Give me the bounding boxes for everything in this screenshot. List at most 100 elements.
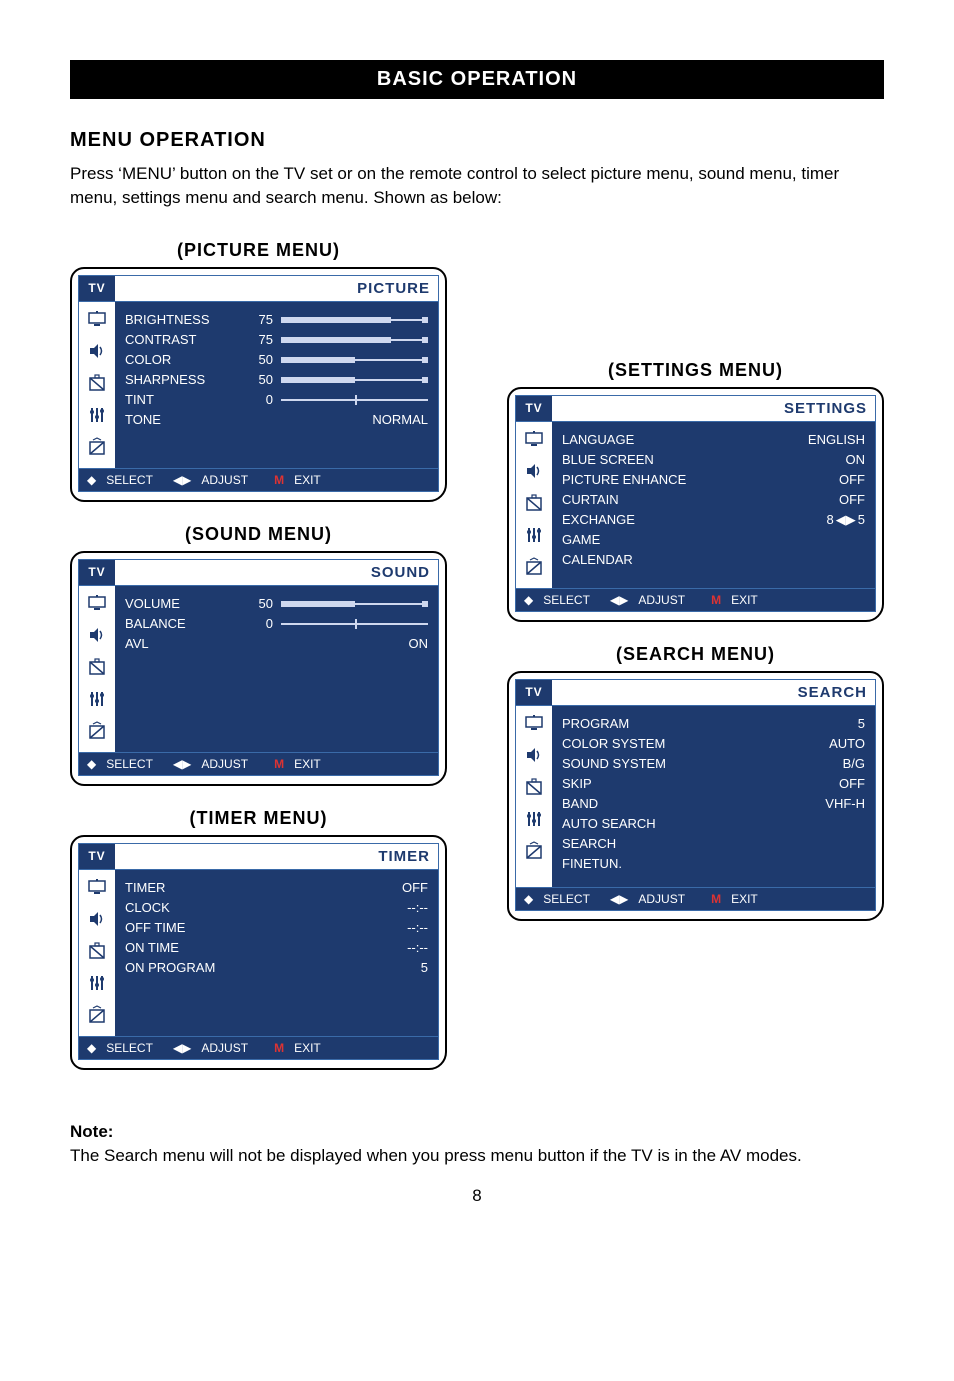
value: 75 bbox=[245, 332, 273, 347]
slider[interactable] bbox=[281, 315, 428, 325]
row-clock[interactable]: CLOCK--:-- bbox=[125, 898, 428, 918]
row-sound-system[interactable]: SOUND SYSTEMB/G bbox=[562, 754, 865, 774]
search-icon[interactable] bbox=[86, 1004, 108, 1026]
timer-icon[interactable] bbox=[86, 656, 108, 678]
search-icon[interactable] bbox=[523, 840, 545, 862]
updown-icon: ◆ bbox=[87, 473, 96, 487]
picture-icon[interactable] bbox=[86, 308, 108, 330]
footer-adjust: ADJUST bbox=[201, 1041, 248, 1055]
row-color-system[interactable]: COLOR SYSTEMAUTO bbox=[562, 734, 865, 754]
label: AUTO SEARCH bbox=[562, 816, 682, 831]
slider[interactable] bbox=[281, 395, 428, 405]
slider[interactable] bbox=[281, 599, 428, 609]
row-calendar[interactable]: CALENDAR bbox=[562, 550, 865, 570]
settings-icon[interactable] bbox=[86, 972, 108, 994]
value: 8 ◀▶ 5 bbox=[682, 512, 865, 528]
slider[interactable] bbox=[281, 335, 428, 345]
row-program[interactable]: PROGRAM5 bbox=[562, 714, 865, 734]
slider[interactable] bbox=[281, 619, 428, 629]
row-finetun[interactable]: FINETUN. bbox=[562, 854, 865, 874]
row-contrast[interactable]: CONTRAST 75 bbox=[125, 330, 428, 350]
timer-icon[interactable] bbox=[86, 372, 108, 394]
settings-icon[interactable] bbox=[523, 524, 545, 546]
search-icon[interactable] bbox=[523, 556, 545, 578]
settings-icon[interactable] bbox=[86, 688, 108, 710]
row-language[interactable]: LANGUAGEENGLISH bbox=[562, 430, 865, 450]
osd-title: SOUND bbox=[115, 560, 438, 585]
row-tint[interactable]: TINT 0 bbox=[125, 390, 428, 410]
label: SOUND SYSTEM bbox=[562, 756, 682, 771]
m-icon: M bbox=[274, 757, 284, 771]
intro-text: Press ‘MENU’ button on the TV set or on … bbox=[70, 162, 884, 210]
row-search[interactable]: SEARCH bbox=[562, 834, 865, 854]
label: VOLUME bbox=[125, 596, 245, 611]
sound-icon[interactable] bbox=[523, 460, 545, 482]
timer-icon[interactable] bbox=[86, 940, 108, 962]
exchange-a: 8 bbox=[827, 512, 834, 527]
caption-timer: (TIMER MENU) bbox=[70, 808, 447, 829]
row-curtain[interactable]: CURTAINOFF bbox=[562, 490, 865, 510]
picture-icon[interactable] bbox=[523, 712, 545, 734]
label: COLOR SYSTEM bbox=[562, 736, 682, 751]
picture-icon[interactable] bbox=[86, 592, 108, 614]
row-blue-screen[interactable]: BLUE SCREENON bbox=[562, 450, 865, 470]
value: OFF bbox=[682, 492, 865, 507]
row-timer[interactable]: TIMEROFF bbox=[125, 878, 428, 898]
footer-adjust: ADJUST bbox=[201, 473, 248, 487]
sound-icon[interactable] bbox=[86, 908, 108, 930]
row-on-program[interactable]: ON PROGRAM5 bbox=[125, 958, 428, 978]
label: GAME bbox=[562, 532, 682, 547]
footer-select: SELECT bbox=[543, 593, 590, 607]
value: ENGLISH bbox=[682, 432, 865, 447]
exchange-b: 5 bbox=[858, 512, 865, 527]
row-exchange[interactable]: EXCHANGE 8 ◀▶ 5 bbox=[562, 510, 865, 530]
settings-icon[interactable] bbox=[523, 808, 545, 830]
row-auto-search[interactable]: AUTO SEARCH bbox=[562, 814, 865, 834]
timer-icon[interactable] bbox=[523, 776, 545, 798]
row-brightness[interactable]: BRIGHTNESS 75 bbox=[125, 310, 428, 330]
osd-sidebar bbox=[516, 422, 552, 588]
row-color[interactable]: COLOR 50 bbox=[125, 350, 428, 370]
page-titlebar: BASIC OPERATION bbox=[70, 60, 884, 99]
row-balance[interactable]: BALANCE 0 bbox=[125, 614, 428, 634]
row-avl[interactable]: AVL ON bbox=[125, 634, 428, 654]
picture-icon[interactable] bbox=[523, 428, 545, 450]
row-picture-enhance[interactable]: PICTURE ENHANCEOFF bbox=[562, 470, 865, 490]
leftright-icon: ◀▶ bbox=[610, 593, 628, 607]
row-skip[interactable]: SKIPOFF bbox=[562, 774, 865, 794]
row-sharpness[interactable]: SHARPNESS 50 bbox=[125, 370, 428, 390]
value: OFF bbox=[712, 472, 865, 487]
search-icon[interactable] bbox=[86, 720, 108, 742]
timer-icon[interactable] bbox=[523, 492, 545, 514]
leftright-icon: ◀▶ bbox=[173, 473, 191, 487]
row-game[interactable]: GAME bbox=[562, 530, 865, 550]
label: CURTAIN bbox=[562, 492, 682, 507]
row-tone[interactable]: TONE NORMAL bbox=[125, 410, 428, 430]
row-band[interactable]: BANDVHF-H bbox=[562, 794, 865, 814]
label: SKIP bbox=[562, 776, 682, 791]
value: 5 bbox=[245, 960, 428, 975]
sound-icon[interactable] bbox=[86, 340, 108, 362]
label: TONE bbox=[125, 412, 245, 427]
slider[interactable] bbox=[281, 355, 428, 365]
value: B/G bbox=[682, 756, 865, 771]
leftright-icon: ◀▶ bbox=[173, 757, 191, 771]
settings-icon[interactable] bbox=[86, 404, 108, 426]
value: AUTO bbox=[682, 736, 865, 751]
updown-icon: ◆ bbox=[524, 593, 533, 607]
picture-icon[interactable] bbox=[86, 876, 108, 898]
slider[interactable] bbox=[281, 375, 428, 385]
footer-adjust: ADJUST bbox=[638, 593, 685, 607]
search-icon[interactable] bbox=[86, 436, 108, 458]
label: TIMER bbox=[125, 880, 245, 895]
sound-icon[interactable] bbox=[86, 624, 108, 646]
label: AVL bbox=[125, 636, 245, 651]
row-volume[interactable]: VOLUME 50 bbox=[125, 594, 428, 614]
osd-sound: TV SOUND VOLUME bbox=[70, 551, 447, 786]
row-on-time[interactable]: ON TIME--:-- bbox=[125, 938, 428, 958]
osd-search: TV SEARCH PROGRAM5 COLOR bbox=[507, 671, 884, 921]
sound-icon[interactable] bbox=[523, 744, 545, 766]
label: PROGRAM bbox=[562, 716, 682, 731]
row-off-time[interactable]: OFF TIME--:-- bbox=[125, 918, 428, 938]
osd-sidebar bbox=[79, 870, 115, 1036]
